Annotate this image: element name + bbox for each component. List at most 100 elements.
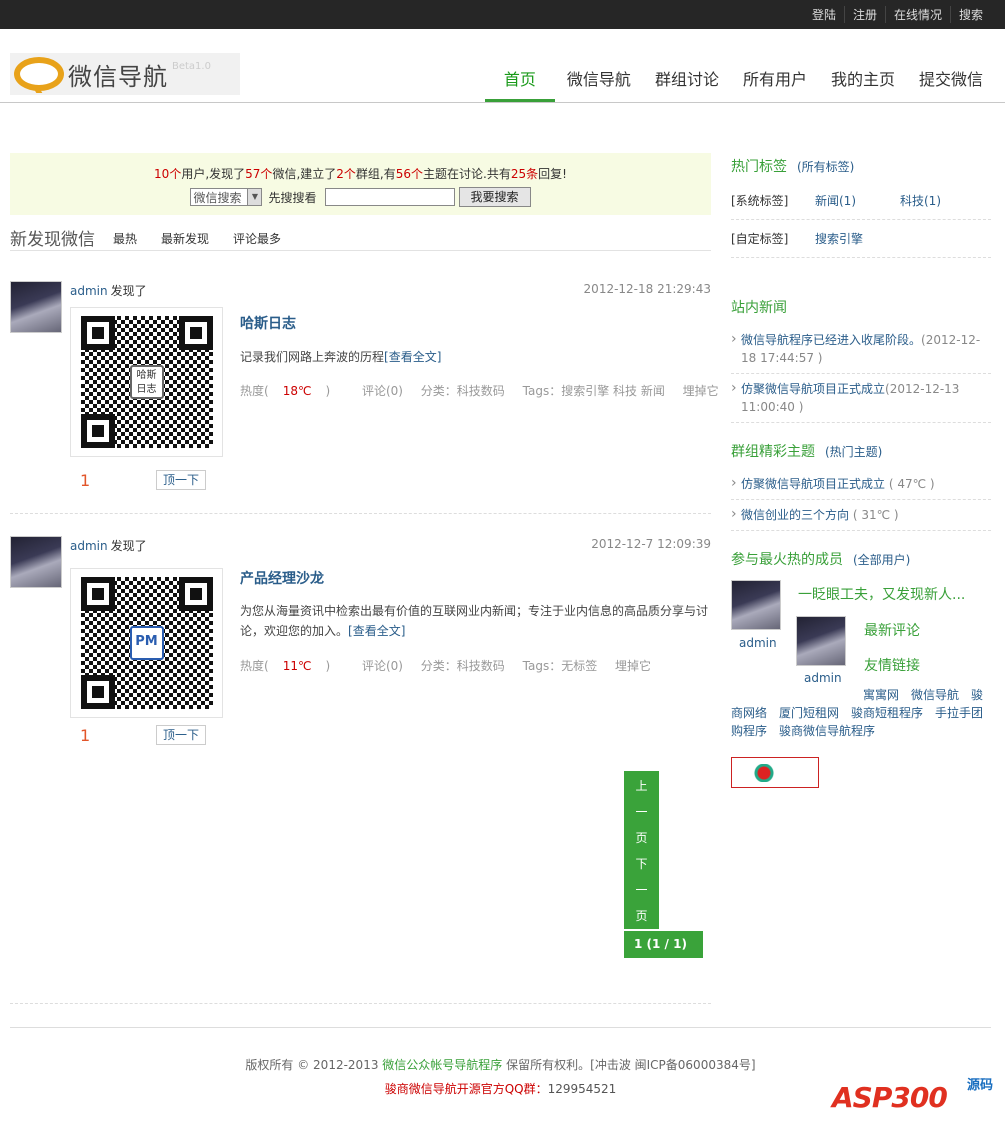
nav-groups[interactable]: 群组讨论 bbox=[643, 69, 731, 102]
stat-topics: 56个 bbox=[395, 167, 424, 181]
avatar[interactable] bbox=[10, 281, 62, 333]
tab-most-comments[interactable]: 评论最多 bbox=[233, 230, 281, 250]
search-type-select[interactable]: 微信搜索 ▼ bbox=[190, 188, 263, 206]
avatar[interactable] bbox=[10, 536, 62, 588]
stat-text: 微信,建立了 bbox=[272, 167, 337, 181]
chevron-down-icon[interactable]: ▼ bbox=[247, 189, 262, 205]
news-link[interactable]: 微信导航程序已经进入收尾阶段。 bbox=[741, 333, 921, 347]
all-users-link[interactable]: (全部用户) bbox=[853, 553, 910, 567]
upvote-button[interactable]: 顶一下 bbox=[156, 470, 206, 490]
nav-submit[interactable]: 提交微信 bbox=[907, 69, 995, 102]
pagination-links: 上一页 下一页 bbox=[624, 771, 659, 929]
post-title[interactable]: 哈斯日志 bbox=[240, 313, 296, 333]
register-link[interactable]: 注册 bbox=[843, 6, 885, 23]
tag-tech-link[interactable]: 科技(1) bbox=[900, 192, 941, 209]
search-button[interactable]: 我要搜索 bbox=[458, 187, 531, 207]
vote-count: 1 bbox=[80, 726, 91, 745]
nav-weixin[interactable]: 微信导航 bbox=[555, 69, 643, 102]
logo-beta: Beta1.0 bbox=[172, 61, 211, 72]
read-more-link[interactable]: [查看全文] bbox=[348, 624, 405, 638]
member-name-link[interactable]: admin bbox=[804, 671, 842, 685]
bury-link[interactable]: 埋掉它 bbox=[615, 659, 651, 673]
news-link[interactable]: 仿聚微信导航项目正式成立 bbox=[741, 382, 885, 396]
site-header: 微信导航 Beta1.0 首页 微信导航 群组讨论 所有用户 我的主页 提交微信 bbox=[0, 29, 1005, 103]
hot-tags-panel: 热门标签 (所有标签) [系统标签] 新闻(1) 科技(1) [自定标签] 搜索引… bbox=[731, 156, 991, 258]
friend-link[interactable]: 厦门短租网 bbox=[779, 706, 839, 720]
friend-link[interactable]: 骏商微信导航程序 bbox=[779, 724, 875, 738]
avatar[interactable] bbox=[796, 616, 846, 666]
upvote-button[interactable]: 顶一下 bbox=[156, 725, 206, 745]
qr-code-image: PM bbox=[80, 577, 213, 709]
hot-tags-heading: 热门标签 (所有标签) bbox=[731, 159, 855, 175]
tab-newest[interactable]: 最新发现 bbox=[161, 230, 209, 250]
nav-home[interactable]: 首页 bbox=[484, 69, 555, 102]
all-tags-link[interactable]: (所有标签) bbox=[797, 160, 854, 174]
divider bbox=[10, 1003, 711, 1004]
search-type-value: 微信搜索 bbox=[193, 190, 242, 205]
next-page-link[interactable]: 下一页 bbox=[624, 851, 659, 929]
post-action: 发现了 bbox=[110, 539, 147, 553]
comments-link[interactable]: 评论(0) bbox=[362, 384, 403, 398]
post-desc: 为您从海量资讯中检索出最有价值的互联网业内新闻；专注于业内信息的高品质分享与讨论… bbox=[240, 601, 711, 641]
online-status-link[interactable]: 在线情况 bbox=[884, 6, 950, 23]
tags: Tags：搜索引擎 科技 新闻 bbox=[522, 384, 665, 398]
main-nav: 首页 微信导航 群组讨论 所有用户 我的主页 提交微信 bbox=[484, 69, 995, 102]
friend-link[interactable]: 微信导航 bbox=[911, 688, 959, 702]
read-more-link[interactable]: [查看全文] bbox=[384, 350, 441, 364]
user-link[interactable]: admin bbox=[70, 284, 108, 298]
logo-text: 微信导航 bbox=[68, 62, 168, 91]
news-item: 微信导航程序已经进入收尾阶段。(2012-12-18 17:44:57 ) bbox=[731, 325, 991, 374]
prev-page-link[interactable]: 上一页 bbox=[624, 773, 659, 851]
friend-link[interactable]: 寓寓网 bbox=[863, 688, 899, 702]
tab-hottest[interactable]: 最热 bbox=[113, 230, 137, 250]
stat-groups: 2个 bbox=[336, 167, 356, 181]
member-name-link[interactable]: admin bbox=[739, 636, 777, 650]
system-tags-row: [系统标签] 新闻(1) 科技(1) bbox=[731, 182, 991, 220]
post-time: 2012-12-7 12:09:39 bbox=[591, 537, 711, 551]
site-footer: 版权所有 © 2012-2013 微信公众帐号导航程序 保留所有权利。[冲击波 … bbox=[10, 1027, 991, 1096]
user-link[interactable]: admin bbox=[70, 539, 108, 553]
members-heading-wrap: 参与最火热的成员 (全部用户) bbox=[731, 549, 991, 569]
qr-center-label: PM bbox=[129, 626, 164, 660]
heat: 热度(18℃) bbox=[240, 384, 331, 398]
stat-text: 用户,发现了 bbox=[181, 167, 246, 181]
post-item: admin 发现了 2012-12-7 12:09:39 PM 1 顶一下 产品经… bbox=[10, 536, 711, 1004]
tag-news-link[interactable]: 新闻(1) bbox=[815, 192, 856, 209]
login-link[interactable]: 登陆 bbox=[804, 6, 844, 23]
nav-users[interactable]: 所有用户 bbox=[731, 69, 819, 102]
qr-code-image: 哈斯 日志 bbox=[80, 316, 213, 448]
topic-item: 仿聚微信导航项目正式成立 ( 47℃ ) bbox=[731, 469, 991, 500]
post-user: admin 发现了 bbox=[70, 282, 147, 299]
site-logo[interactable]: 微信导航 Beta1.0 bbox=[10, 53, 240, 95]
topic-item: 微信创业的三个方向 ( 31℃ ) bbox=[731, 500, 991, 531]
tag-search-engine-link[interactable]: 搜索引擎 bbox=[815, 230, 863, 247]
site-news-panel: 站内新闻 微信导航程序已经进入收尾阶段。(2012-12-18 17:44:57… bbox=[731, 297, 991, 423]
avatar[interactable] bbox=[731, 580, 781, 630]
friend-link[interactable]: 骏商短租程序 bbox=[851, 706, 923, 720]
hot-topics-link[interactable]: (热门主题) bbox=[825, 445, 882, 459]
vote-count: 1 bbox=[80, 471, 91, 490]
qr-code-box[interactable]: PM bbox=[70, 568, 223, 718]
search-row: 微信搜索 ▼ 先搜搜看 我要搜索 bbox=[10, 187, 711, 207]
post-time: 2012-12-18 21:29:43 bbox=[583, 282, 711, 296]
comments-link[interactable]: 评论(0) bbox=[362, 659, 403, 673]
search-link[interactable]: 搜索 bbox=[949, 6, 991, 23]
page-status: 1 (1 / 1) bbox=[624, 931, 703, 958]
stat-replies: 25条 bbox=[510, 167, 539, 181]
search-input[interactable] bbox=[324, 188, 455, 206]
nav-my-home[interactable]: 我的主页 bbox=[819, 69, 907, 102]
stats-line: 10个用户,发现了57个微信,建立了2个群组,有56个主题在讨论.共有25条回复… bbox=[10, 165, 711, 182]
qr-code-box[interactable]: 哈斯 日志 bbox=[70, 307, 223, 457]
topic-link[interactable]: 微信创业的三个方向 bbox=[741, 508, 849, 522]
footer-site-link[interactable]: 微信公众帐号导航程序 bbox=[382, 1058, 502, 1072]
bury-link[interactable]: 埋掉它 bbox=[683, 384, 719, 398]
speech-bubble-icon bbox=[14, 57, 64, 91]
post-title[interactable]: 产品经理沙龙 bbox=[240, 568, 324, 588]
site-news-heading: 站内新闻 bbox=[731, 300, 787, 316]
flower-badge[interactable] bbox=[731, 757, 819, 788]
latest-comments-link[interactable]: 最新评论 bbox=[864, 620, 920, 640]
stat-text: 主题在讨论.共有 bbox=[423, 167, 511, 181]
qr-center-label: 哈斯 日志 bbox=[129, 365, 164, 399]
post-meta: 热度(18℃) 评论(0) 分类：科技数码 Tags：搜索引擎 科技 新闻 埋掉… bbox=[240, 382, 733, 399]
topic-link[interactable]: 仿聚微信导航项目正式成立 bbox=[741, 477, 885, 491]
